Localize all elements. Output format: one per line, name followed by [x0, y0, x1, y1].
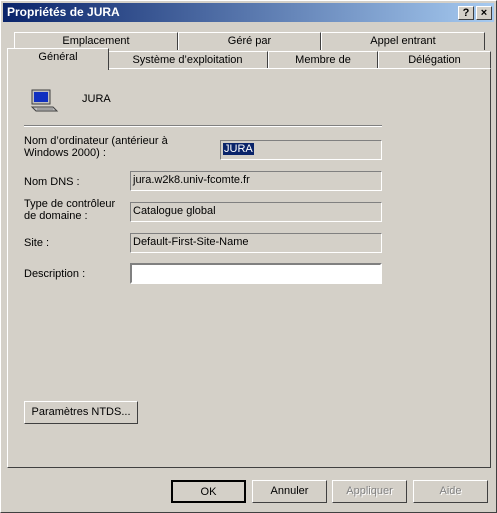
tab-general[interactable]: Général	[7, 48, 109, 70]
tab-membre-de[interactable]: Membre de	[268, 51, 378, 69]
close-title-button[interactable]: ×	[476, 6, 492, 20]
help-button[interactable]: Aide	[413, 480, 488, 503]
tab-gere-par[interactable]: Géré par	[178, 32, 321, 50]
title-bar[interactable]: Propriétés de JURA ? ×	[3, 3, 494, 22]
computer-name-header: JURA	[82, 93, 111, 105]
ok-button[interactable]: OK	[171, 480, 246, 503]
properties-window: Propriétés de JURA ? × Emplacement Géré …	[0, 0, 497, 513]
computer-icon	[30, 89, 59, 112]
window-title: Propriétés de JURA	[7, 5, 120, 19]
tab-delegation[interactable]: Délégation	[378, 51, 491, 69]
cancel-button[interactable]: Annuler	[252, 480, 327, 503]
tab-systeme-exploitation[interactable]: Système d’exploitation	[107, 51, 268, 69]
general-panel: JURA	[7, 68, 491, 468]
help-title-button[interactable]: ?	[458, 6, 474, 20]
tab-appel-entrant[interactable]: Appel entrant	[321, 32, 485, 50]
apply-button[interactable]: Appliquer	[332, 480, 407, 503]
